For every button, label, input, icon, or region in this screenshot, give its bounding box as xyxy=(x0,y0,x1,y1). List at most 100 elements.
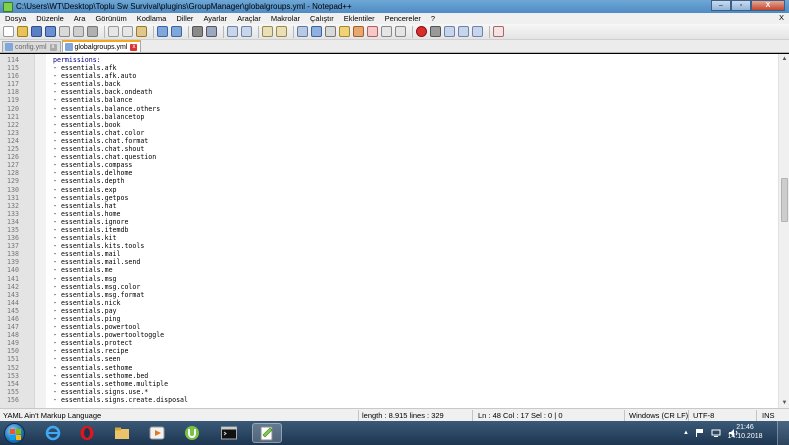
line-text[interactable]: - essentials.sethome.multiple xyxy=(53,380,168,388)
line-text[interactable]: - essentials.pay xyxy=(53,307,117,315)
flag-icon[interactable] xyxy=(695,428,705,438)
menu-pencereler[interactable]: Pencereler xyxy=(380,14,426,23)
close-file-icon[interactable] xyxy=(59,26,70,37)
code-line[interactable]: 144 - essentials.nick xyxy=(0,299,777,307)
record-macro-icon[interactable] xyxy=(416,26,427,37)
code-line[interactable]: 142 - essentials.msg.color xyxy=(0,283,777,291)
code-line[interactable]: 134 - essentials.ignore xyxy=(0,218,777,226)
line-text[interactable]: - essentials.nick xyxy=(53,299,121,307)
function-list-icon[interactable] xyxy=(367,26,378,37)
cut-icon[interactable] xyxy=(108,26,119,37)
taskbar-media-player[interactable] xyxy=(142,423,172,443)
zoom-in-icon[interactable] xyxy=(227,26,238,37)
line-text[interactable]: - essentials.compass xyxy=(53,161,132,169)
copy-icon[interactable] xyxy=(122,26,133,37)
code-line[interactable]: 136 - essentials.kit xyxy=(0,234,777,242)
minimize-button[interactable]: – xyxy=(711,0,731,11)
editor-area[interactable]: 114 permissions: 115 - essentials.afk 116 - e… xyxy=(0,54,789,408)
code-line[interactable]: 124 - essentials.chat.format xyxy=(0,137,777,145)
find-icon[interactable] xyxy=(192,26,203,37)
line-text[interactable]: - essentials.book xyxy=(53,121,121,129)
menu-diller[interactable]: Diller xyxy=(171,14,198,23)
code-line[interactable]: 140 - essentials.me xyxy=(0,266,777,274)
vertical-scrollbar[interactable]: ▲ ▼ xyxy=(778,54,789,408)
code-line[interactable]: 116 - essentials.afk.auto xyxy=(0,72,777,80)
code-line[interactable]: 126 - essentials.chat.question xyxy=(0,153,777,161)
code-line[interactable]: 137 - essentials.kits.tools xyxy=(0,242,777,250)
code-line[interactable]: 122 - essentials.book xyxy=(0,121,777,129)
line-text[interactable]: - essentials.protect xyxy=(53,339,132,347)
sync-horizontal-icon[interactable] xyxy=(276,26,287,37)
code-line[interactable]: 135 - essentials.itemdb xyxy=(0,226,777,234)
scroll-down-icon[interactable]: ▼ xyxy=(779,398,789,408)
line-text[interactable]: - essentials.itemdb xyxy=(53,226,128,234)
taskbar-file-explorer[interactable] xyxy=(107,423,137,443)
doc-map-icon[interactable] xyxy=(353,26,364,37)
line-text[interactable]: - essentials.sethome.bed xyxy=(53,372,148,380)
open-file-icon[interactable] xyxy=(17,26,28,37)
monitoring-icon[interactable] xyxy=(395,26,406,37)
indent-guide-icon[interactable] xyxy=(325,26,336,37)
code-line[interactable]: 150 - essentials.recipe xyxy=(0,347,777,355)
play-macro-icon[interactable] xyxy=(444,26,455,37)
redo-icon[interactable] xyxy=(171,26,182,37)
line-text[interactable]: - essentials.ignore xyxy=(53,218,128,226)
line-text[interactable]: - essentials.signs.create.disposal xyxy=(53,396,188,404)
code-line[interactable]: 156 - essentials.signs.create.disposal xyxy=(0,396,777,404)
line-text[interactable]: - essentials.home xyxy=(53,210,121,218)
line-text[interactable]: - essentials.kits.tools xyxy=(53,242,144,250)
line-text[interactable]: - essentials.kit xyxy=(53,234,117,242)
menu-dosya[interactable]: Dosya xyxy=(0,14,31,23)
code-line[interactable]: 129 - essentials.depth xyxy=(0,177,777,185)
stop-macro-icon[interactable] xyxy=(430,26,441,37)
taskbar-notepadpp[interactable] xyxy=(252,423,282,443)
line-text[interactable]: - essentials.afk xyxy=(53,64,117,72)
code-line[interactable]: 121 - essentials.balancetop xyxy=(0,113,777,121)
line-text[interactable]: - essentials.mail xyxy=(53,250,121,258)
scrollbar-thumb[interactable] xyxy=(781,178,788,222)
spell-check-icon[interactable] xyxy=(493,26,504,37)
menu-araclar[interactable]: Araçlar xyxy=(232,14,266,23)
taskbar-clock[interactable]: 21:46 14.10.2018 xyxy=(725,423,765,441)
line-text[interactable]: - essentials.powertooltoggle xyxy=(53,331,164,339)
line-text[interactable]: - essentials.msg.color xyxy=(53,283,140,291)
line-text[interactable]: - essentials.me xyxy=(53,266,113,274)
code-line[interactable]: 119 - essentials.balance xyxy=(0,96,777,104)
code-line[interactable]: 138 - essentials.mail xyxy=(0,250,777,258)
line-text[interactable]: - essentials.chat.color xyxy=(53,129,144,137)
code-line[interactable]: 147 - essentials.powertool xyxy=(0,323,777,331)
line-text[interactable]: - essentials.depth xyxy=(53,177,124,185)
line-text[interactable]: - essentials.msg.format xyxy=(53,291,144,299)
line-text[interactable]: - essentials.seen xyxy=(53,355,121,363)
save-all-icon[interactable] xyxy=(45,26,56,37)
line-text[interactable]: - essentials.msg xyxy=(53,275,117,283)
line-text[interactable]: - essentials.exp xyxy=(53,186,117,194)
code-line[interactable]: 149 - essentials.protect xyxy=(0,339,777,347)
line-text[interactable]: - essentials.chat.format xyxy=(53,137,148,145)
paste-icon[interactable] xyxy=(136,26,147,37)
line-text[interactable]: - essentials.powertool xyxy=(53,323,140,331)
replace-icon[interactable] xyxy=(206,26,217,37)
new-file-icon[interactable] xyxy=(3,26,14,37)
code-lines[interactable]: 114 permissions: 115 - essentials.afk 116 - e… xyxy=(0,56,777,404)
save-macro-icon[interactable] xyxy=(472,26,483,37)
line-text[interactable]: - essentials.back xyxy=(53,80,121,88)
code-line[interactable]: 120 - essentials.balance.others xyxy=(0,105,777,113)
line-text[interactable]: - essentials.balance xyxy=(53,96,132,104)
taskbar-opera[interactable] xyxy=(72,423,102,443)
word-wrap-icon[interactable] xyxy=(297,26,308,37)
code-line[interactable]: 114 permissions: xyxy=(0,56,777,64)
menu-gorunum[interactable]: Görünüm xyxy=(90,14,131,23)
line-text[interactable]: - essentials.chat.shout xyxy=(53,145,144,153)
tab-close-icon[interactable]: x xyxy=(49,43,57,51)
udl-icon[interactable] xyxy=(339,26,350,37)
close-button[interactable]: X xyxy=(751,0,785,11)
line-text[interactable]: - essentials.sethome xyxy=(53,364,132,372)
code-line[interactable]: 132 - essentials.hat xyxy=(0,202,777,210)
code-line[interactable]: 154 - essentials.sethome.multiple xyxy=(0,380,777,388)
line-text[interactable]: - essentials.recipe xyxy=(53,347,128,355)
close-document-button[interactable]: X xyxy=(779,13,784,22)
play-multiple-icon[interactable] xyxy=(458,26,469,37)
line-text[interactable]: - essentials.chat.question xyxy=(53,153,156,161)
code-line[interactable]: 117 - essentials.back xyxy=(0,80,777,88)
